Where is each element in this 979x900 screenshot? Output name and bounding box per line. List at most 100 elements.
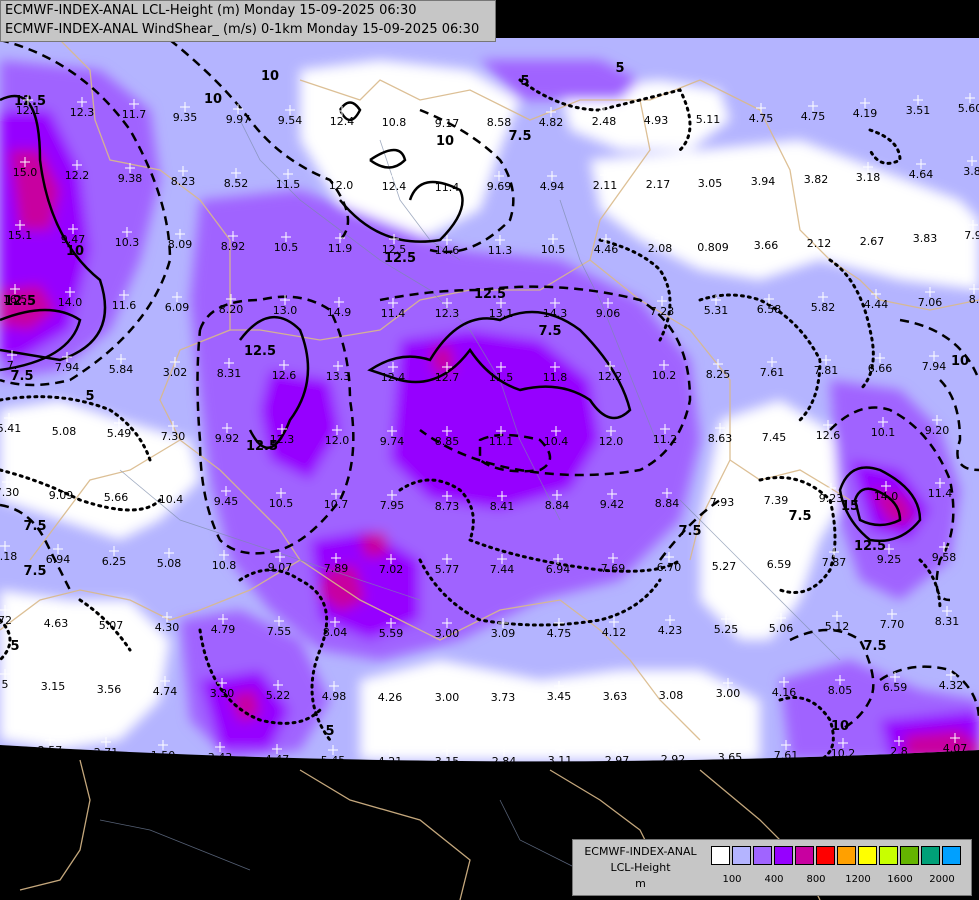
contour-label: 5 [615,61,624,76]
grid-value: 11.4 [381,307,406,320]
grid-value: 6.94 [46,553,71,566]
grid-value: 4.98 [322,690,347,703]
grid-value: 9.38 [118,172,143,185]
grid-value: 4.21 [378,755,403,768]
contour-label: 12.5 [244,344,276,359]
grid-value: 4.32 [939,679,964,692]
grid-value: 3.00 [435,691,460,704]
grid-value: 12.2 [65,169,90,182]
grid-value: 5.41 [0,422,21,435]
grid-value: 7.69 [601,562,626,575]
grid-value: 7.30 [0,486,19,499]
grid-value: 3.09 [491,627,516,640]
grid-value: 6.70 [657,561,682,574]
legend-swatch [732,846,751,865]
grid-value: 11.2 [653,433,678,446]
grid-value: 8.23 [171,175,196,188]
grid-value: 16.5 [3,293,28,306]
grid-value: 12.3 [435,307,460,320]
grid-value: 12.3 [270,433,295,446]
grid-value: 2.12 [807,237,832,250]
grid-value: 15.0 [13,166,38,179]
grid-value: 4.07 [943,742,968,755]
grid-value: 7.81 [814,364,839,377]
grid-value: 5 [2,678,9,691]
grid-value: 9.23 [819,492,844,505]
grid-value: 4.75 [801,110,826,123]
grid-value: 3.43 [208,751,233,764]
grid-value: 2.48 [592,115,617,128]
grid-value: 10.5 [274,241,299,254]
grid-value: 6.59 [883,681,908,694]
grid-value: 11.9 [328,242,353,255]
grid-value: 7.94 [922,360,947,373]
grid-value: 8.31 [217,367,242,380]
grid-value: 3.82 [804,173,829,186]
grid-value: 7.70 [880,618,905,631]
grid-value: 4.44 [864,298,889,311]
legend-tick-label: 1200 [845,874,871,885]
grid-value: 7.93 [710,496,735,509]
grid-value: 12.6 [816,429,841,442]
grid-value: 10.4 [544,435,569,448]
grid-value: 12.3 [70,106,95,119]
grid-value: 4.30 [155,621,180,634]
grid-value: 9.17 [435,117,460,130]
grid-value: 4.12 [602,626,627,639]
grid-value: 10.5 [269,497,294,510]
grid-value: 5.84 [109,363,134,376]
grid-value: 3.94 [751,175,776,188]
grid-value: 12.4 [330,115,355,128]
grid-value: 8.84 [655,497,680,510]
grid-value: 4.64 [909,168,934,181]
grid-value: 10.2 [652,369,677,382]
grid-value: 5.77 [435,563,460,576]
grid-value: 72 [0,614,12,627]
grid-value: 11.3 [488,244,513,257]
header-line-2: ECMWF-INDEX-ANAL WindShear_ (m/s) 0-1km … [5,22,480,37]
grid-value: 4.26 [378,691,403,704]
grid-value: 10.8 [212,559,237,572]
grid-value: 5.22 [266,689,291,702]
header-line-1: ECMWF-INDEX-ANAL LCL-Height (m) Monday 1… [5,3,417,18]
legend-tick-label: 800 [806,874,826,885]
grid-value: 3.45 [547,690,572,703]
grid-value: 10.3 [115,236,140,249]
grid-value: 3.73 [491,691,516,704]
grid-value: 9.58 [932,551,957,564]
contour-label: 5 [325,724,334,739]
grid-value: 10.5 [541,243,566,256]
contour-label: 7.5 [538,324,561,339]
contour-label: 15 [841,499,859,514]
grid-value: 11.1 [489,435,514,448]
grid-value: 5.11 [696,113,721,126]
grid-value: 1.50 [151,749,176,762]
legend-swatch [816,846,835,865]
grid-value: 4.82 [539,116,564,129]
grid-value: 7.87 [822,556,847,569]
legend-swatch [858,846,877,865]
contour-label: 7.5 [23,519,46,534]
grid-value: 9.25 [877,553,902,566]
grid-value: 7.06 [918,296,943,309]
grid-value: 7.9 [964,229,979,242]
grid-value: 8.25 [706,368,731,381]
grid-value: 12.4 [382,180,407,193]
grid-value: 3.15 [41,680,66,693]
legend-swatch [774,846,793,865]
legend-swatch [837,846,856,865]
grid-value: 5.49 [107,427,132,440]
grid-value: 9.47 [61,233,86,246]
grid-value: 5.27 [712,560,737,573]
legend-swatch [711,846,730,865]
contour-label: 5 [10,639,19,654]
grid-value: 13.3 [326,370,351,383]
grid-value: 3.18 [856,171,881,184]
grid-value: 12.0 [329,179,354,192]
grid-value: 9.74 [380,435,405,448]
grid-value: 3.66 [754,239,779,252]
grid-value: 7.30 [161,430,186,443]
grid-value: 7.89 [324,562,349,575]
grid-value: 14.6 [435,244,460,257]
grid-value: 7.61 [774,749,799,762]
